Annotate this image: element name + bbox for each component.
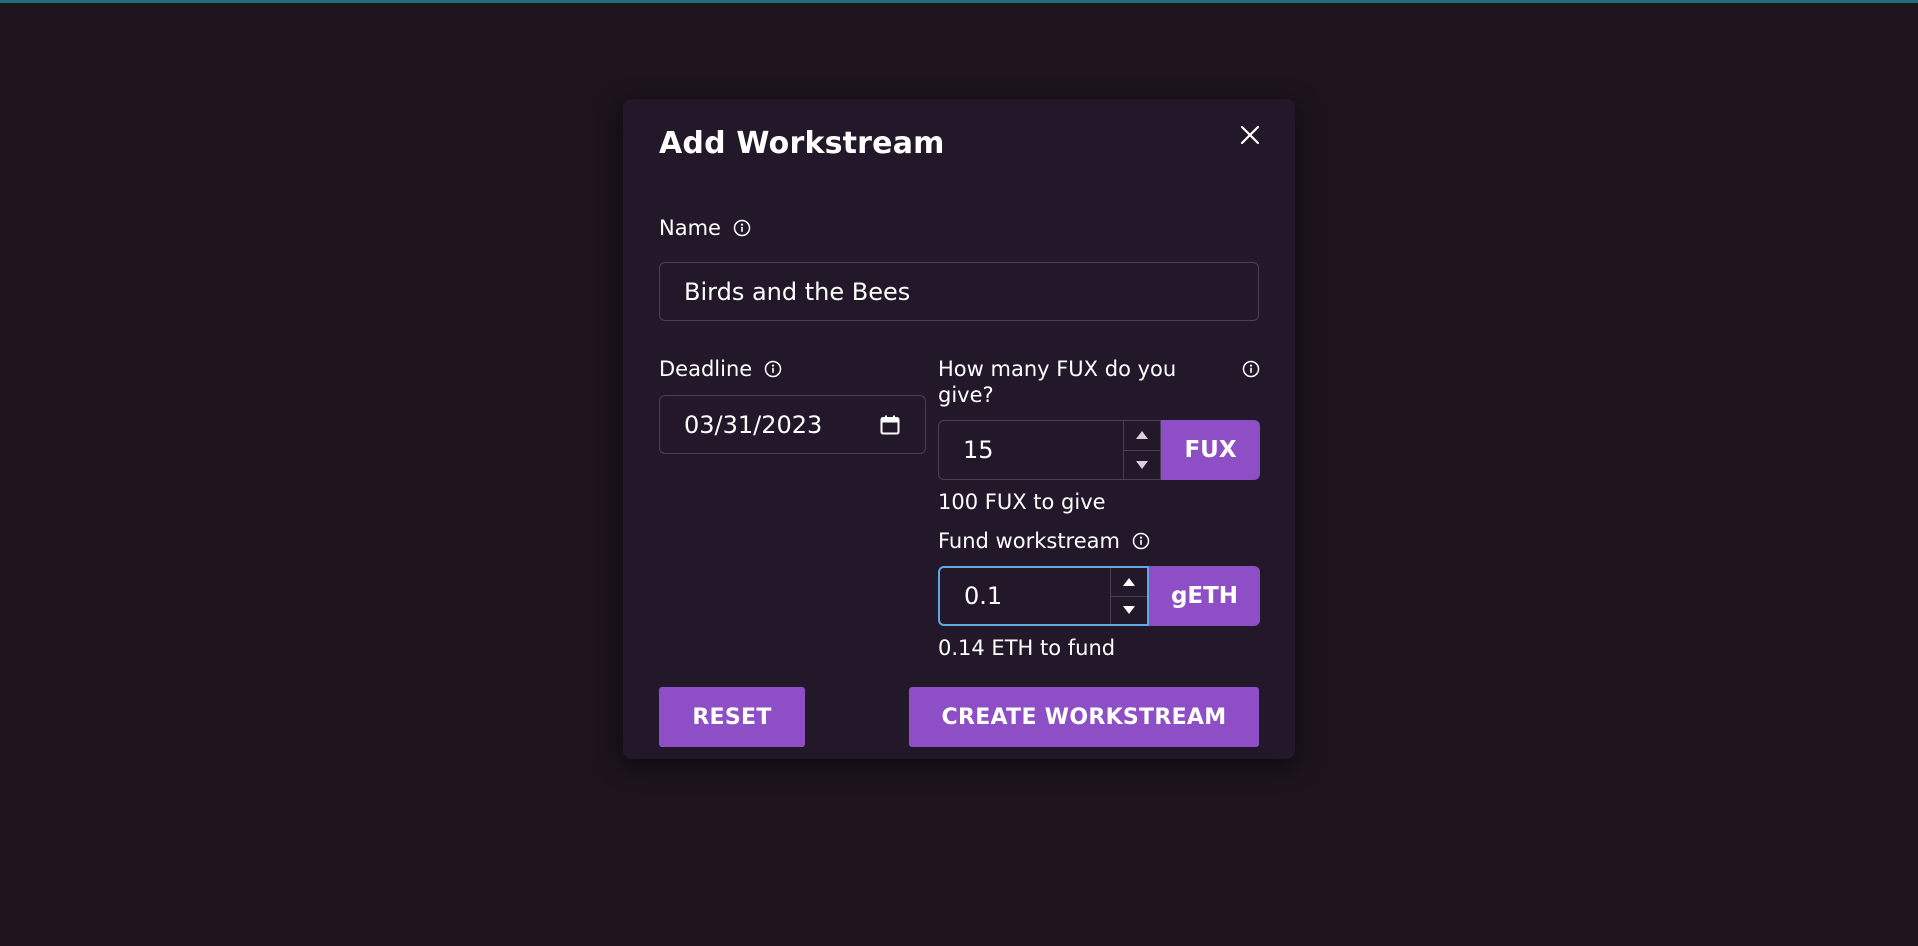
name-input-value: Birds and the Bees [684, 277, 911, 306]
fund-increment-button[interactable] [1111, 568, 1147, 596]
calendar-icon[interactable] [879, 414, 901, 436]
deadline-date-input[interactable]: 03/31/2023 [659, 395, 926, 454]
fux-label-row: How many FUX do you give? [938, 356, 1260, 408]
deadline-value: 03/31/2023 [684, 410, 823, 439]
fund-value: 0.1 [964, 582, 1003, 610]
reset-button[interactable]: RESET [659, 687, 805, 747]
name-label: Name [659, 216, 721, 240]
create-workstream-button[interactable]: CREATE WORKSTREAM [909, 687, 1259, 747]
fux-number-input[interactable]: 15 [938, 420, 1161, 480]
fux-hint: 100 FUX to give [938, 490, 1106, 514]
top-accent-line [0, 0, 1918, 3]
fund-label-row: Fund workstream [938, 528, 1150, 554]
fund-label: Fund workstream [938, 529, 1120, 553]
modal-title: Add Workstream [659, 126, 945, 161]
info-icon[interactable] [733, 219, 751, 237]
fund-number-input[interactable]: 0.1 [938, 566, 1149, 626]
name-input[interactable]: Birds and the Bees [659, 262, 1259, 321]
info-icon[interactable] [764, 360, 782, 378]
info-icon[interactable] [1132, 532, 1150, 550]
fux-value: 15 [963, 436, 994, 464]
triangle-down-icon [1136, 460, 1148, 469]
triangle-up-icon [1123, 577, 1135, 586]
deadline-label-row: Deadline [659, 356, 782, 382]
triangle-up-icon [1136, 431, 1148, 440]
fux-label: How many FUX do you give? [938, 357, 1177, 407]
deadline-label: Deadline [659, 357, 753, 381]
fux-decrement-button[interactable] [1124, 449, 1160, 480]
close-icon [1240, 125, 1260, 145]
add-workstream-modal: Add Workstream Name Birds and the Bees D… [623, 99, 1295, 759]
triangle-down-icon [1123, 606, 1135, 615]
fux-increment-button[interactable] [1124, 421, 1160, 450]
fund-decrement-button[interactable] [1111, 595, 1147, 625]
fund-unit-button[interactable]: gETH [1149, 566, 1260, 626]
fux-input-group: 15 FUX [938, 420, 1260, 480]
fund-spinner [1110, 568, 1147, 624]
name-label-row: Name [659, 215, 751, 241]
info-icon[interactable] [1242, 360, 1260, 378]
fund-input-group: 0.1 gETH [938, 566, 1260, 626]
fux-unit-button[interactable]: FUX [1161, 420, 1260, 480]
fund-hint: 0.14 ETH to fund [938, 636, 1116, 660]
close-button[interactable] [1235, 120, 1265, 150]
fux-spinner [1123, 421, 1160, 479]
